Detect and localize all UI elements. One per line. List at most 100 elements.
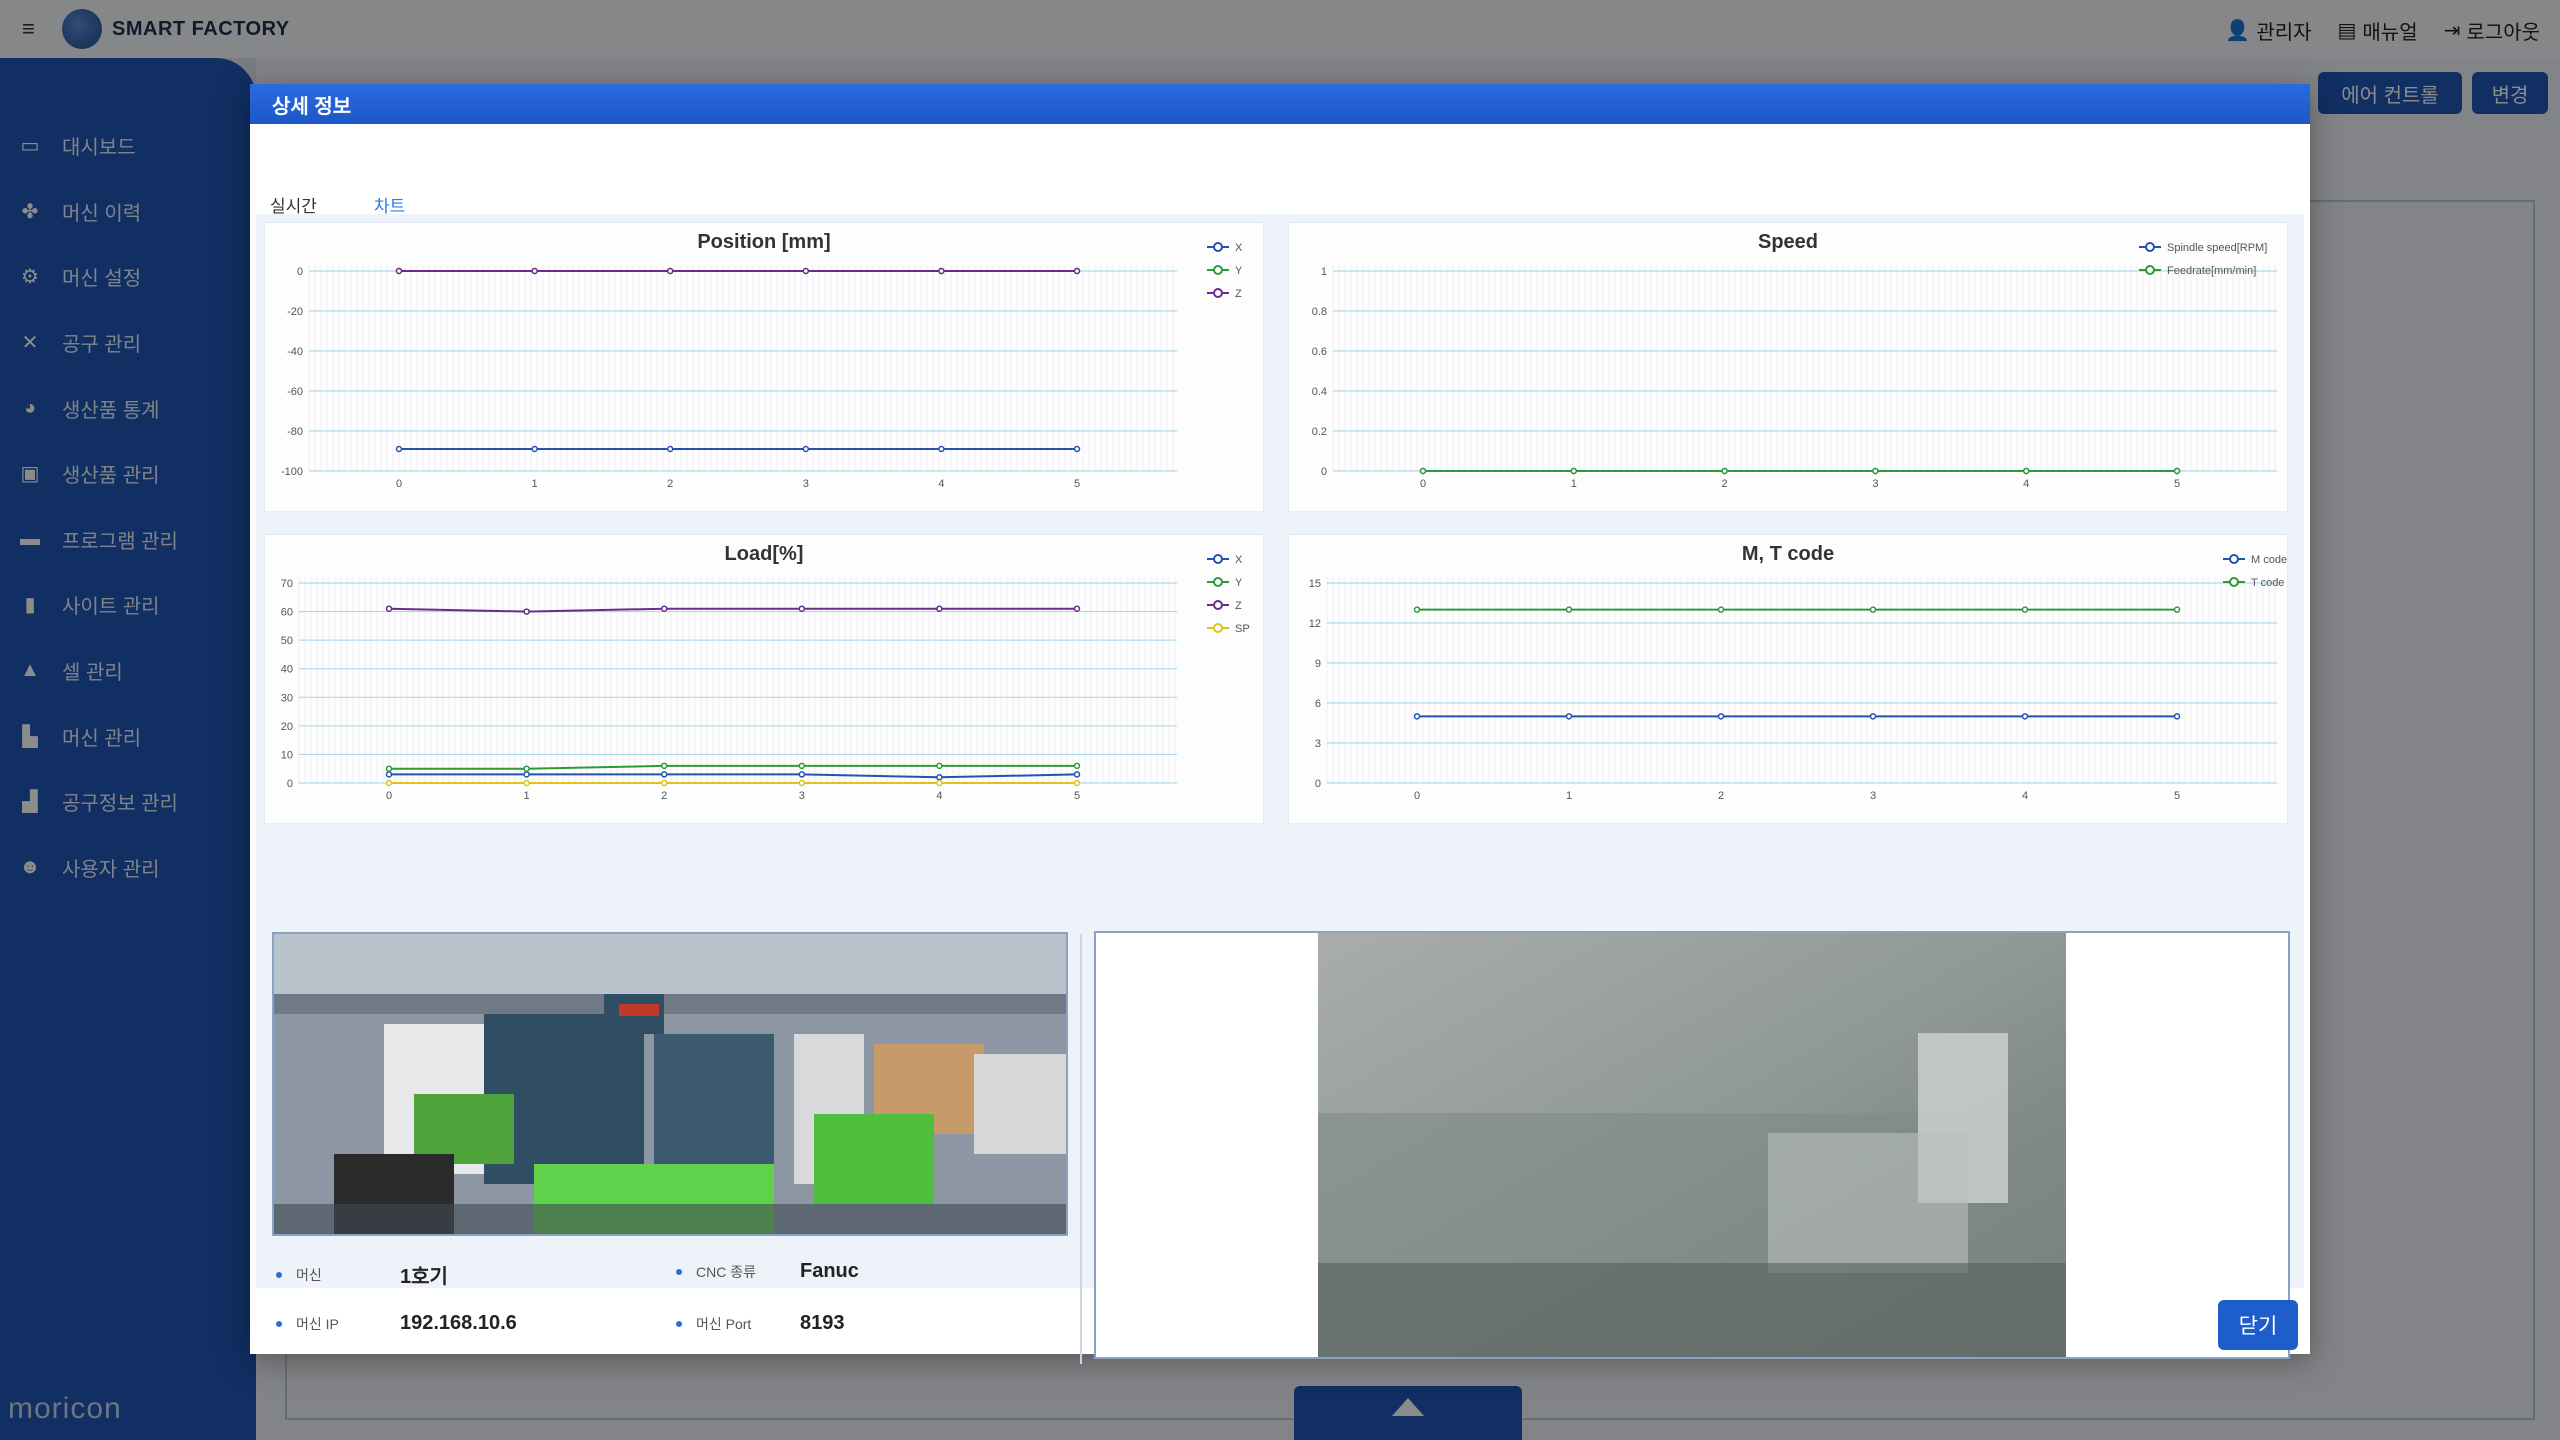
data-point[interactable] xyxy=(1073,605,1081,612)
data-point[interactable] xyxy=(1869,713,1877,720)
data-point[interactable] xyxy=(936,774,943,781)
data-point[interactable] xyxy=(660,779,668,787)
data-point[interactable] xyxy=(1565,713,1573,720)
legend-label[interactable]: Z xyxy=(1235,288,1242,300)
data-point[interactable] xyxy=(385,605,393,612)
data-point[interactable] xyxy=(523,771,530,778)
series-line xyxy=(389,773,1078,779)
x-tick-label: 4 xyxy=(2022,790,2028,802)
x-tick-label: 0 xyxy=(396,478,402,490)
legend-marker[interactable] xyxy=(1213,265,1223,275)
data-point[interactable] xyxy=(2173,467,2181,475)
data-point[interactable] xyxy=(938,267,945,275)
x-tick-label: 3 xyxy=(1872,478,1878,490)
data-point[interactable] xyxy=(938,445,945,453)
data-point[interactable] xyxy=(1869,606,1877,613)
x-tick-label: 2 xyxy=(1722,478,1728,490)
data-point[interactable] xyxy=(2173,606,2181,613)
data-point[interactable] xyxy=(1073,267,1081,275)
x-tick-label: 0 xyxy=(1414,790,1420,802)
legend-label[interactable]: Feedrate[mm/min] xyxy=(2167,265,2256,277)
bullet-icon xyxy=(276,1320,282,1327)
data-point[interactable] xyxy=(1721,467,1728,475)
data-point[interactable] xyxy=(1717,606,1725,613)
legend-marker[interactable] xyxy=(1213,623,1223,633)
legend-label[interactable]: Y xyxy=(1235,265,1243,277)
data-point[interactable] xyxy=(1413,606,1421,613)
data-point[interactable] xyxy=(660,771,668,778)
data-point[interactable] xyxy=(385,779,393,787)
data-point[interactable] xyxy=(2021,713,2029,720)
data-point[interactable] xyxy=(660,605,668,612)
data-point[interactable] xyxy=(798,762,806,770)
y-tick-label: -60 xyxy=(287,386,303,398)
x-tick-label: 3 xyxy=(1870,790,1876,802)
data-point[interactable] xyxy=(660,762,668,770)
camera-feed xyxy=(1318,933,2066,1357)
legend-label[interactable]: T code xyxy=(2251,577,2284,589)
chart-title: Speed xyxy=(1757,231,1819,253)
data-point[interactable] xyxy=(1073,779,1081,787)
data-point[interactable] xyxy=(802,267,810,275)
data-point[interactable] xyxy=(395,267,403,275)
speed-chart: 1 0.8 0.6 0.4 0.2 0 0 1 2 3 4 5 Spindle speed[RPM] Fe… xyxy=(1288,222,2288,512)
detail-modal: 상세 정보 실시간 차트 0 -20 -40 -60 -80 -100 0 1 2 3 4 5 X Y Z … xyxy=(250,84,2310,1364)
data-point[interactable] xyxy=(798,605,806,612)
data-point[interactable] xyxy=(531,445,538,453)
chart-svg: 7060504030201000 1 2 3 4 5XYZSP xyxy=(281,554,1250,802)
x-tick-label: 0 xyxy=(386,790,392,802)
y-tick-label: 40 xyxy=(281,664,293,676)
data-point[interactable] xyxy=(1565,606,1573,613)
data-point[interactable] xyxy=(1570,467,1578,475)
legend-marker[interactable] xyxy=(2145,265,2155,275)
close-button[interactable]: 닫기 xyxy=(2218,1300,2298,1350)
data-point[interactable] xyxy=(802,445,810,453)
y-tick-label: 0 xyxy=(1315,778,1321,790)
data-point[interactable] xyxy=(385,765,393,772)
y-tick-label: -100 xyxy=(281,466,303,478)
y-tick-label: -80 xyxy=(287,426,303,438)
info-value: Fanuc xyxy=(800,1260,859,1282)
legend-marker[interactable] xyxy=(1213,600,1223,610)
data-point[interactable] xyxy=(1419,467,1427,475)
bullet-icon xyxy=(676,1268,682,1275)
x-tick-label: 3 xyxy=(799,790,805,802)
bullet-icon xyxy=(276,1271,282,1278)
data-point[interactable] xyxy=(2173,713,2181,720)
y-tick-label: 0.8 xyxy=(1312,306,1327,318)
data-point[interactable] xyxy=(523,608,530,615)
data-point[interactable] xyxy=(666,267,674,275)
y-tick-label: 1 xyxy=(1321,266,1327,278)
legend-label[interactable]: SP xyxy=(1235,623,1250,635)
x-tick-label: 1 xyxy=(532,478,538,490)
data-point[interactable] xyxy=(936,779,943,787)
x-tick-label: 5 xyxy=(1074,478,1080,490)
position-chart: 0 -20 -40 -60 -80 -100 0 1 2 3 4 5 X Y Z Position [mm] xyxy=(264,222,1264,512)
legend-marker[interactable] xyxy=(1213,288,1223,298)
data-point[interactable] xyxy=(1073,445,1081,453)
data-point[interactable] xyxy=(1073,771,1081,778)
data-point[interactable] xyxy=(523,779,530,787)
legend-marker[interactable] xyxy=(2229,577,2239,587)
info-label: 머신 Port xyxy=(696,1315,752,1332)
legend-marker[interactable] xyxy=(1213,577,1223,587)
data-point[interactable] xyxy=(936,762,943,770)
data-point[interactable] xyxy=(798,771,806,778)
data-point[interactable] xyxy=(798,779,806,787)
data-point[interactable] xyxy=(385,771,393,778)
data-point[interactable] xyxy=(1073,762,1081,770)
chart-svg: 151296300 1 2 3 4 5M codeT code xyxy=(1309,554,2287,802)
data-point[interactable] xyxy=(395,445,403,453)
legend-label[interactable]: Z xyxy=(1235,600,1242,612)
data-point[interactable] xyxy=(531,267,538,275)
data-point[interactable] xyxy=(523,765,530,772)
legend-label[interactable]: Y xyxy=(1235,577,1243,589)
data-point[interactable] xyxy=(1413,713,1421,720)
chart-panel: 0 -20 -40 -60 -80 -100 0 1 2 3 4 5 X Y Z Position [mm]… xyxy=(256,214,2304,1364)
data-point[interactable] xyxy=(2021,606,2029,613)
data-point[interactable] xyxy=(936,605,943,612)
data-point[interactable] xyxy=(1872,467,1879,475)
data-point[interactable] xyxy=(1717,713,1725,720)
data-point[interactable] xyxy=(666,445,674,453)
data-point[interactable] xyxy=(2022,467,2030,475)
